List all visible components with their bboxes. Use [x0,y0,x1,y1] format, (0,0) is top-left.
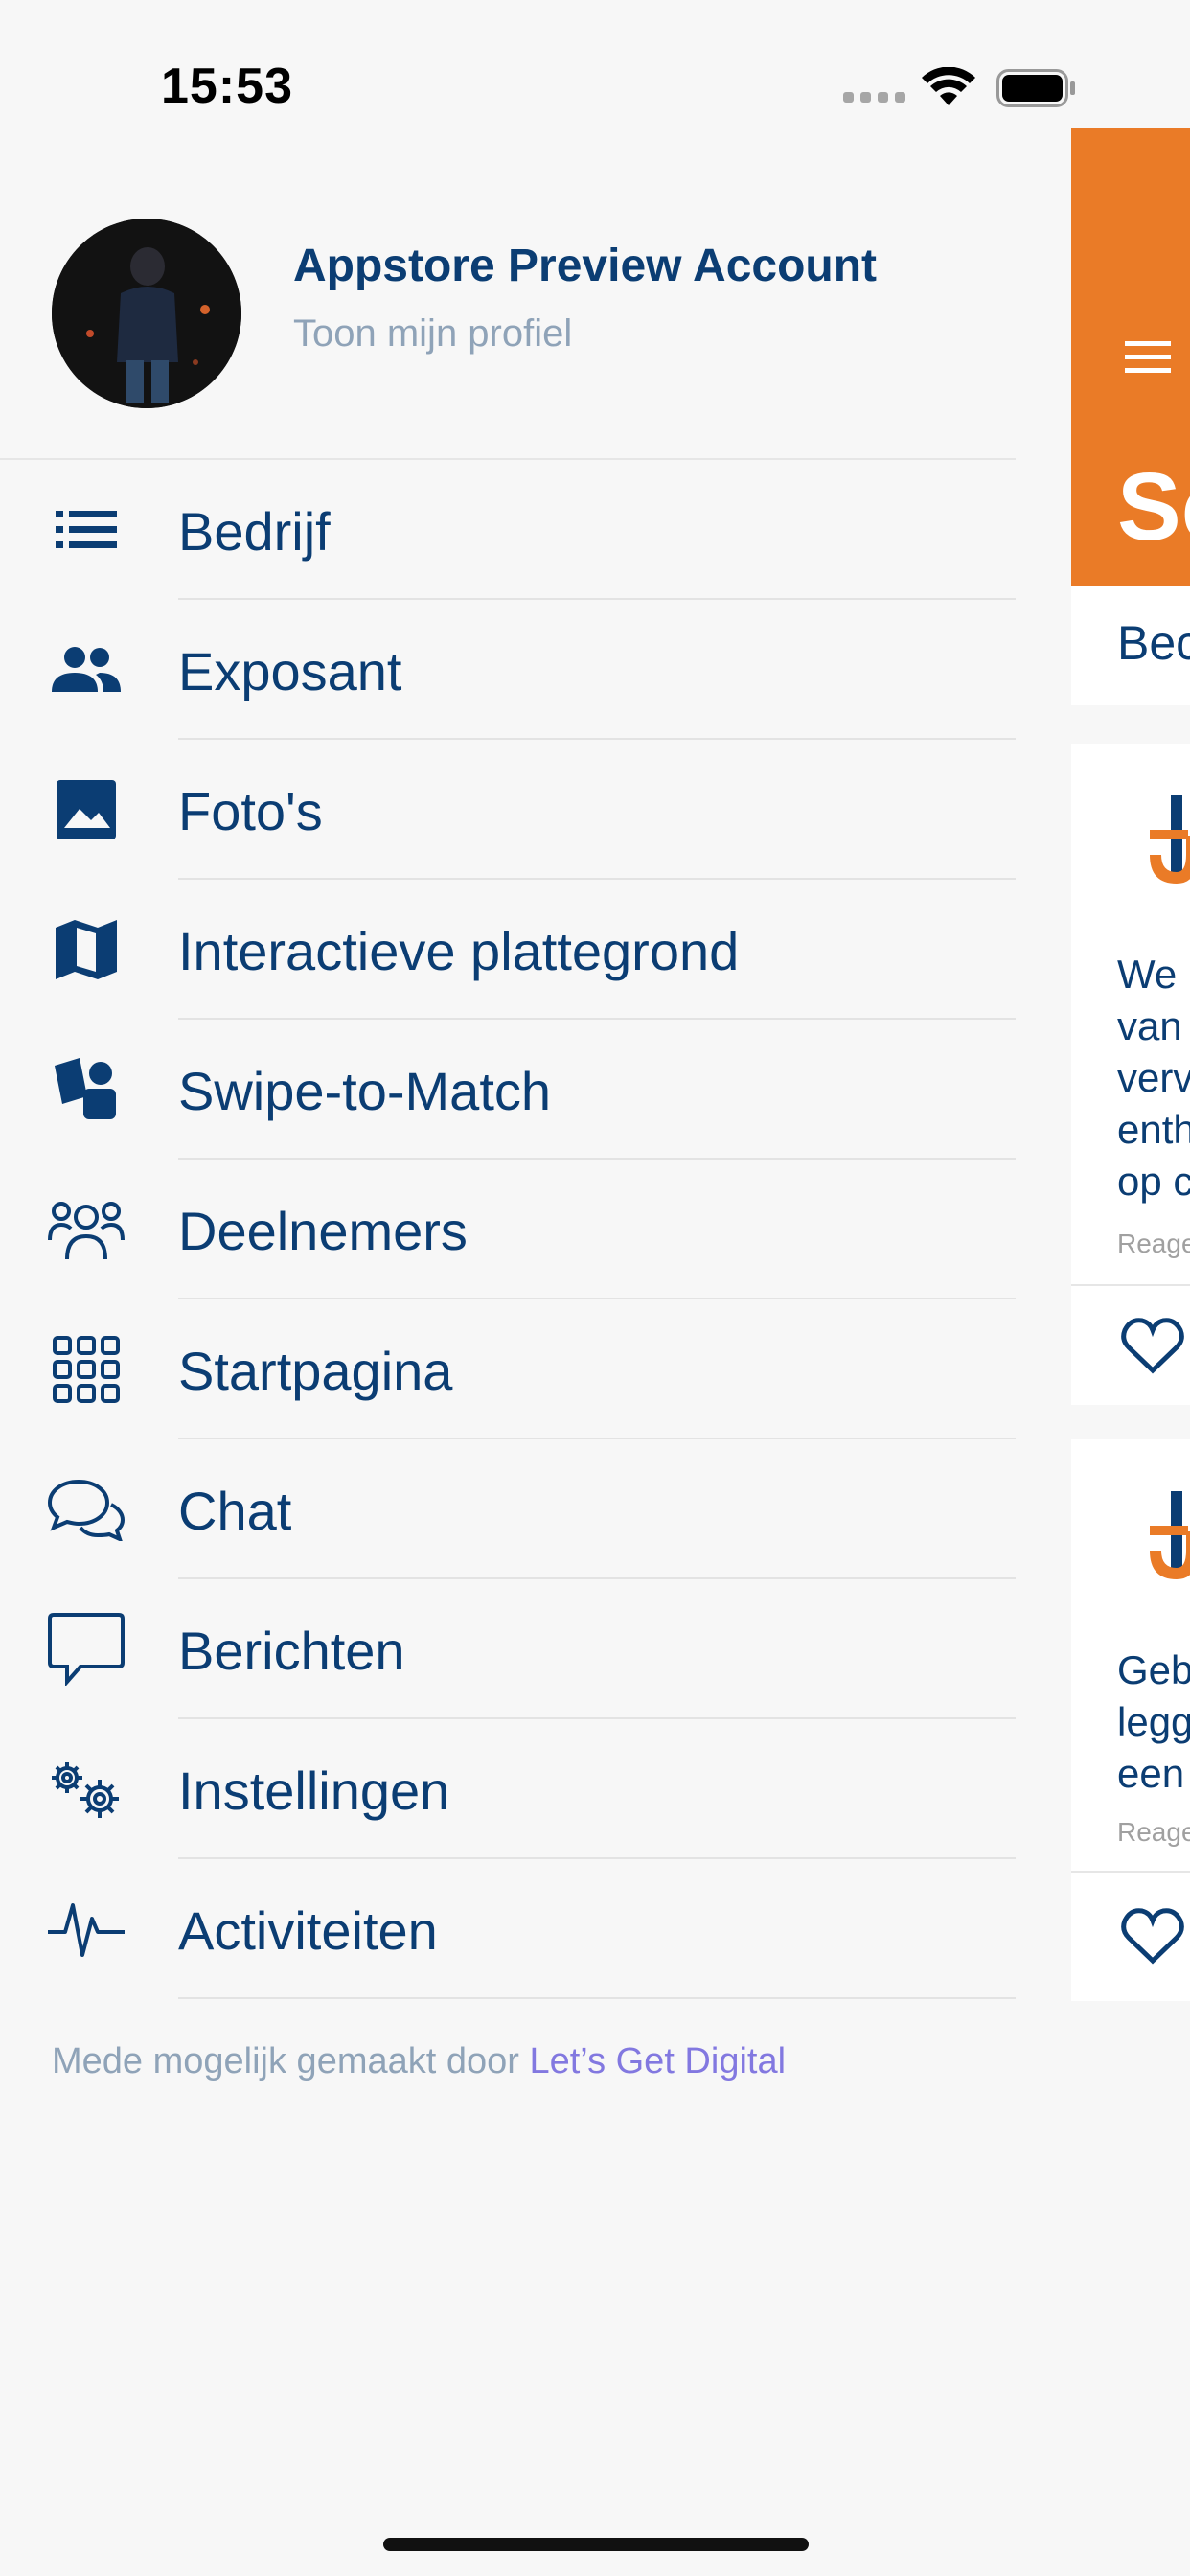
card-divider [1071,1284,1190,1286]
company-logo [1150,795,1190,884]
menu-item-label: Berichten [178,1621,405,1681]
menu-item-chat[interactable]: Chat [48,1439,1016,1579]
image-icon [48,776,125,843]
menu-item-label: Foto's [178,781,323,841]
post-text-line: een [1117,1751,1185,1796]
menu-item-label: Exposant [178,641,402,702]
settings-icon [48,1756,125,1823]
battery-icon [996,69,1075,107]
footer-credit: Mede mogelijk gemaakt door Let’s Get Dig… [52,2041,786,2082]
menu-item-bedrijf[interactable]: Bedrijf [56,460,1016,600]
post-text-line: Geb [1117,1647,1190,1692]
home-indicator[interactable] [383,2538,809,2551]
participants-icon [48,1196,125,1263]
profile-header[interactable]: Appstore Preview Account Toon mijn profi… [0,144,1016,460]
status-time: 15:53 [161,58,293,114]
menu-item-startpagina[interactable]: Startpagina [53,1300,1016,1439]
cellular-signal-icon [843,92,906,104]
menu-item-exposant[interactable]: Exposant [52,600,1016,740]
post-text-line: enth [1117,1107,1190,1152]
wifi-icon [922,67,975,105]
post-text-line: van [1117,1003,1182,1048]
menu-item-plattegrond[interactable]: Interactieve plattegrond [56,880,1016,1020]
menu-item-label: Deelnemers [178,1201,468,1261]
card-divider [1071,1871,1190,1873]
tab-row[interactable]: Bec [1071,586,1190,705]
content-peek[interactable]: Sc Bec We van verv enth op c Reage Geb l… [1071,128,1190,2576]
menu-item-label: Bedrijf [178,501,331,562]
menu-item-fotos[interactable]: Foto's [57,740,1016,880]
menu-item-swipe-to-match[interactable]: Swipe-to-Match [55,1020,1016,1160]
map-icon [48,916,125,983]
post-card[interactable]: Geb legg een Reage [1071,1439,1190,2001]
post-text-line: We [1117,952,1178,997]
menu-item-label: Interactieve plattegrond [178,921,740,981]
footer-text: Mede mogelijk gemaakt door [52,2041,530,2082]
menu-item-activiteiten[interactable]: Activiteiten [48,1859,1016,1999]
menu-item-instellingen[interactable]: Instellingen [52,1719,1016,1859]
company-logo [1150,1491,1190,1579]
menu-item-label: Instellingen [178,1760,450,1821]
menu-item-label: Swipe-to-Match [178,1061,552,1121]
view-profile-link[interactable]: Toon mijn profiel [293,312,572,356]
people-icon [48,636,125,703]
app-header: Sc [1071,128,1190,586]
avatar[interactable] [52,218,241,408]
grid-icon [48,1336,125,1403]
hamburger-menu-icon[interactable] [1125,341,1173,376]
menu-item-label: Chat [178,1481,292,1541]
like-heart-icon[interactable] [1121,1907,1184,1965]
post-text-line: verv [1117,1055,1190,1100]
menu-item-berichten[interactable]: Berichten [48,1579,1016,1719]
status-bar: 15:53 [0,0,1190,144]
footer-link[interactable]: Let’s Get Digital [529,2041,786,2082]
post-text-line: op c [1117,1159,1190,1204]
profile-name: Appstore Preview Account [293,241,878,291]
menu-item-deelnemers[interactable]: Deelnemers [48,1160,1016,1300]
chat-icon [48,1476,125,1543]
navigation-drawer: Appstore Preview Account Toon mijn profi… [0,144,1071,2576]
drawer-menu: Bedrijf Exposant Foto's Interactieve pla… [0,460,1016,1999]
reactions-meta: Reage [1117,1229,1190,1258]
message-icon [48,1613,125,1686]
swipe-match-icon [48,1056,125,1123]
reactions-meta: Reage [1117,1817,1190,1847]
list-icon [48,496,125,564]
like-heart-icon[interactable] [1121,1317,1184,1374]
tab-label[interactable]: Bec [1117,615,1190,671]
menu-item-label: Activiteiten [178,1900,438,1961]
activity-icon [48,1896,125,1963]
post-text-line: legg [1117,1699,1190,1744]
post-card[interactable]: We van verv enth op c Reage [1071,744,1190,1405]
menu-item-label: Startpagina [178,1341,453,1401]
header-title: Sc [1117,453,1190,561]
